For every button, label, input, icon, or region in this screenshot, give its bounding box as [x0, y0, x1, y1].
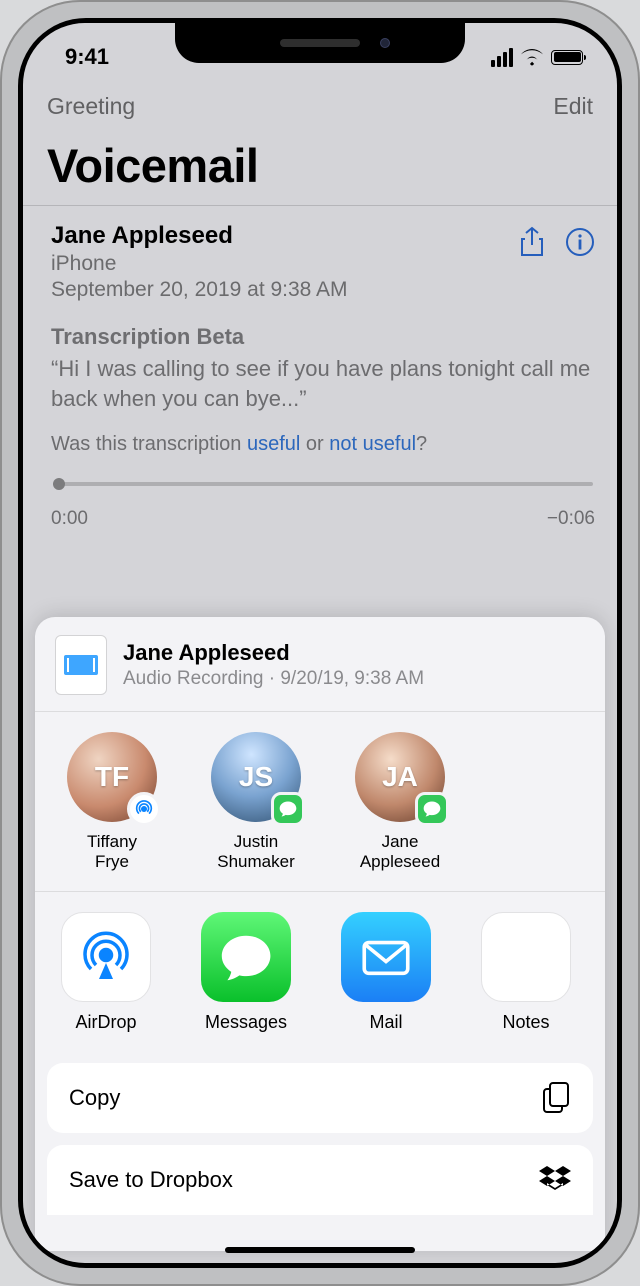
- page-title: Voicemail: [23, 120, 617, 205]
- battery-icon: [551, 50, 583, 65]
- notes-icon: [481, 912, 571, 1002]
- share-item-title: Jane Appleseed: [123, 640, 424, 666]
- transcription-feedback: Was this transcription useful or not use…: [51, 433, 595, 456]
- airdrop-badge-icon: [127, 792, 161, 826]
- airdrop-icon: [61, 912, 151, 1002]
- iphone-frame: 9:41 Greeting Edit Voicemail Jane Apples…: [0, 0, 640, 1286]
- messages-icon: [201, 912, 291, 1002]
- transcription-heading: Transcription Beta: [51, 324, 595, 350]
- cellular-icon: [491, 48, 513, 67]
- nav-edit-button[interactable]: Edit: [553, 93, 593, 120]
- share-app-airdrop[interactable]: AirDrop: [57, 912, 155, 1033]
- action-label: Copy: [69, 1085, 120, 1111]
- voicemail-device: iPhone: [51, 252, 348, 276]
- copy-icon: [541, 1081, 571, 1115]
- playback-elapsed: 0:00: [51, 508, 88, 530]
- info-icon[interactable]: [565, 226, 595, 258]
- share-item-subtitle: Audio Recording · 9/20/19, 9:38 AM: [123, 668, 424, 690]
- action-label: Save to Dropbox: [69, 1167, 233, 1193]
- feedback-useful-link[interactable]: useful: [247, 433, 300, 455]
- share-sheet: Jane Appleseed Audio Recording · 9/20/19…: [35, 617, 605, 1251]
- voicemail-item: Jane Appleseed iPhone September 20, 2019…: [23, 206, 617, 540]
- messages-badge-icon: [271, 792, 305, 826]
- nav-greeting-button[interactable]: Greeting: [47, 93, 135, 120]
- wifi-icon: [520, 48, 544, 66]
- device-notch: [175, 23, 465, 63]
- share-app-mail[interactable]: Mail: [337, 912, 435, 1033]
- playback-remaining: −0:06: [547, 508, 595, 530]
- audio-file-icon: [55, 635, 107, 695]
- messages-badge-icon: [415, 792, 449, 826]
- feedback-not-useful-link[interactable]: not useful: [329, 433, 416, 455]
- playback-scrubber[interactable]: [53, 482, 593, 486]
- transcription-body: “Hi I was calling to see if you have pla…: [51, 354, 595, 413]
- share-apps-row: AirDrop Messages Mail: [35, 892, 605, 1051]
- share-contact-jane[interactable]: JA Jane Appleseed: [345, 732, 455, 873]
- action-save-dropbox[interactable]: Save to Dropbox: [47, 1145, 593, 1215]
- action-copy[interactable]: Copy: [47, 1063, 593, 1133]
- status-time: 9:41: [65, 44, 109, 70]
- share-contacts-row: TF Tiffany Frye JS: [35, 712, 605, 891]
- voicemail-date: September 20, 2019 at 9:38 AM: [51, 278, 348, 302]
- mail-icon: [341, 912, 431, 1002]
- share-app-notes[interactable]: Notes: [477, 912, 575, 1033]
- share-contact-tiffany[interactable]: TF Tiffany Frye: [57, 732, 167, 873]
- share-contact-justin[interactable]: JS Justin Shumaker: [201, 732, 311, 873]
- home-indicator[interactable]: [225, 1247, 415, 1253]
- share-app-messages[interactable]: Messages: [197, 912, 295, 1033]
- dropbox-icon: [539, 1166, 571, 1194]
- voicemail-caller-name: Jane Appleseed: [51, 222, 348, 250]
- share-icon[interactable]: [517, 226, 547, 258]
